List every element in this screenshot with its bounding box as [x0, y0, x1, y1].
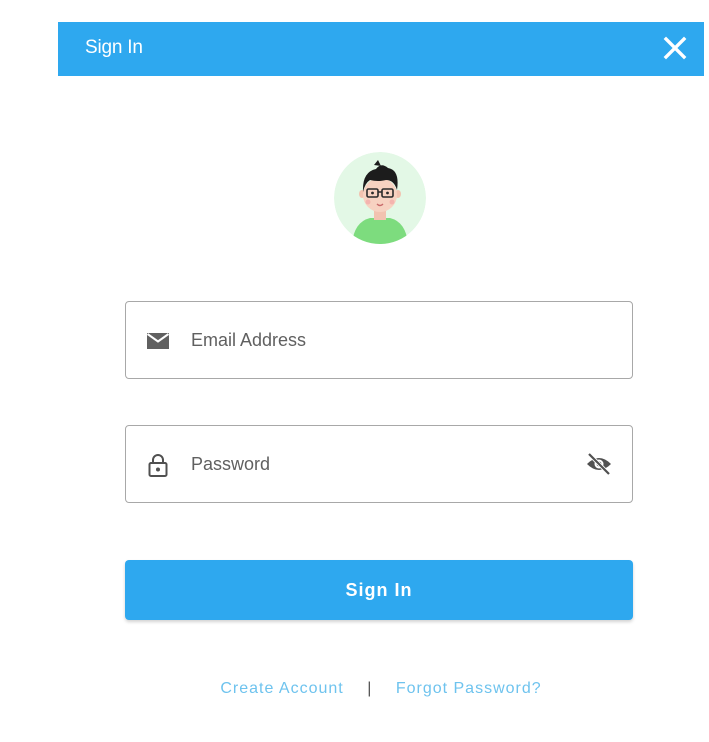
create-account-link[interactable]: Create Account: [220, 680, 343, 697]
password-field[interactable]: [125, 425, 633, 503]
avatar: [334, 152, 426, 244]
close-button[interactable]: [660, 33, 690, 63]
link-separator: |: [367, 680, 373, 697]
user-avatar-icon: [334, 152, 426, 244]
lock-icon: [148, 454, 168, 477]
forgot-password-link[interactable]: Forgot Password?: [396, 680, 542, 697]
auth-links: Create Account | Forgot Password?: [58, 678, 704, 700]
mail-icon: [146, 333, 170, 349]
eye-off-icon[interactable]: [585, 450, 613, 478]
sign-in-dialog: Sign In Email Address Sign In Create Acc…: [58, 22, 704, 706]
dialog-title: Sign In: [85, 37, 143, 58]
sign-in-button[interactable]: Sign In: [125, 560, 633, 620]
close-icon: [663, 36, 687, 60]
dialog-header: Sign In: [58, 22, 704, 76]
email-input[interactable]: [191, 302, 571, 378]
email-field[interactable]: [125, 301, 633, 379]
password-input[interactable]: [191, 426, 571, 502]
